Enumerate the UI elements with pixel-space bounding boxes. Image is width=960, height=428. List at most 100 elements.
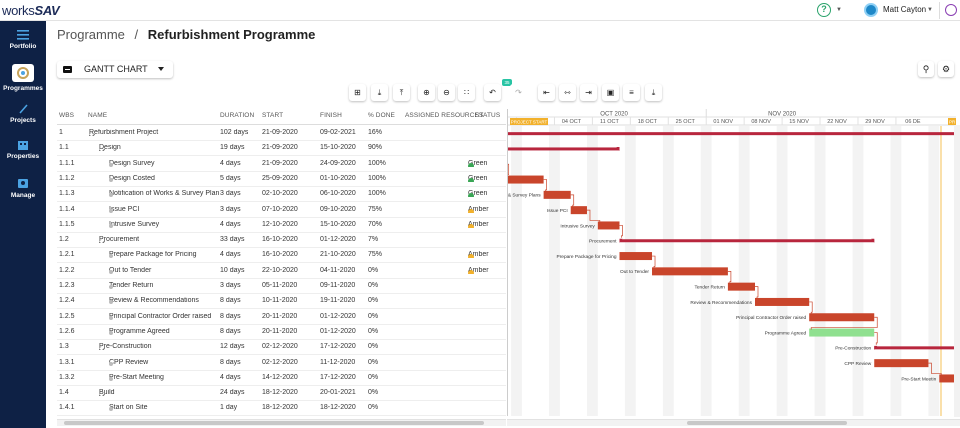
- column-header-finish[interactable]: FINISH: [320, 112, 342, 119]
- name-cell[interactable]: Programme Agreed: [109, 328, 219, 335]
- table-row[interactable]: 1.2.3 Tender Return 3 days 05-11-2020 09-11-…: [57, 279, 506, 294]
- table-row[interactable]: 1.1.1 Design Survey 4 days 21-09-2020 24-09-…: [57, 157, 506, 172]
- name-cell[interactable]: CPP Review: [109, 359, 219, 366]
- arrow-left-icon: ⇤: [543, 88, 550, 97]
- sidebar-item-projects[interactable]: Projects: [0, 104, 46, 124]
- name-cell[interactable]: Review & Recommendations: [109, 297, 219, 305]
- column-header-done[interactable]: % DONE: [368, 112, 395, 119]
- table-row[interactable]: 1.1.2 Design Costed 5 days 25-09-2020 01-10-…: [57, 172, 506, 187]
- column-header-wbs[interactable]: WBS: [59, 112, 74, 119]
- column-header-name[interactable]: NAME: [88, 112, 107, 119]
- avatar[interactable]: [864, 3, 878, 17]
- scrollbar-thumb[interactable]: [64, 421, 484, 425]
- name-cell[interactable]: Out to Tender: [109, 267, 219, 274]
- table-row[interactable]: 1.2.5 Principal Contractor Order raised 8 …: [57, 310, 506, 325]
- table-row[interactable]: 1.2.6 Programme Agreed 8 days 20-11-2020 01-…: [57, 325, 506, 340]
- name-cell[interactable]: Design: [99, 144, 219, 152]
- logout-icon[interactable]: [945, 4, 957, 16]
- add-task-button[interactable]: ⊞: [349, 84, 366, 101]
- sidebar-item-portfolio[interactable]: Portfolio: [0, 30, 46, 50]
- start-cell: 05-11-2020: [262, 282, 298, 289]
- table-row[interactable]: 1.2.2 Out to Tender 10 days 22-10-2020 04-11…: [57, 264, 506, 279]
- scrollbar-thumb[interactable]: [687, 421, 847, 425]
- percent-done-cell: 0%: [368, 373, 379, 381]
- name-cell[interactable]: Procurement: [99, 236, 219, 244]
- app-logo[interactable]: worksSAV: [2, 3, 60, 18]
- name-cell[interactable]: Design Survey: [109, 160, 219, 167]
- name-cell[interactable]: Refurbishment Project: [89, 129, 219, 136]
- previous-timespan-button[interactable]: ⇤: [538, 84, 555, 101]
- name-cell[interactable]: Build: [99, 389, 219, 397]
- name-cell[interactable]: Issue PCI: [109, 206, 219, 213]
- bar-label: Pre-Construction: [835, 346, 871, 352]
- expand-all-button[interactable]: ⤓: [371, 84, 388, 101]
- table-row[interactable]: 1.3.2 Pre-Start Meeting 4 days 14-12-2020 17…: [57, 371, 506, 386]
- zoom-fit-button[interactable]: ∷: [458, 84, 475, 101]
- table-row[interactable]: 1.1.4 Issue PCI 3 days 07-10-2020 09-10-2020…: [57, 203, 506, 218]
- name-cell[interactable]: Design Costed: [109, 175, 219, 182]
- table-row[interactable]: 1.1.3 Notification of Works & Survey Plan…: [57, 187, 506, 203]
- start-cell: 22-10-2020: [262, 266, 298, 274]
- duration-cell: 8 days: [220, 327, 241, 335]
- name-cell[interactable]: Tender Return: [109, 282, 219, 289]
- collapse-all-button[interactable]: ⤒: [393, 84, 410, 101]
- vertical-scrollbar[interactable]: [954, 125, 960, 417]
- sidebar-item-label: Properties: [6, 153, 40, 160]
- name-cell[interactable]: Pre-Construction: [99, 343, 219, 351]
- user-name[interactable]: Matt Cayton: [883, 5, 926, 14]
- column-header-start[interactable]: START: [262, 112, 283, 119]
- zoom-out-button[interactable]: ⊖: [438, 84, 455, 101]
- indent-button[interactable]: ⇿: [559, 84, 576, 101]
- chevron-down-icon[interactable]: ▼: [836, 7, 842, 13]
- sidebar-item-label: Portfolio: [9, 43, 37, 50]
- zoom-in-button[interactable]: ⊕: [418, 84, 435, 101]
- grid-horizontal-scrollbar[interactable]: [57, 419, 506, 426]
- gantt-horizontal-scrollbar[interactable]: [507, 419, 960, 426]
- duration-cell: 1 day: [220, 404, 238, 412]
- finish-cell: 11-12-2020: [320, 358, 356, 366]
- table-row[interactable]: 1.3 Pre-Construction 12 days 02-12-2020 17-1…: [57, 340, 506, 356]
- sidebar-item-programmes[interactable]: Programmes: [0, 64, 46, 92]
- table-row[interactable]: 1 Refurbishment Project 102 days 21-09-2020…: [57, 126, 506, 141]
- help-icon[interactable]: ?: [817, 3, 831, 17]
- name-cell[interactable]: Notification of Works & Survey Plans: [109, 190, 219, 198]
- wbs-cell: 1.2.4: [59, 297, 75, 305]
- table-row[interactable]: 1.1 Design 19 days 21-09-2020 15-10-2020 90%: [57, 141, 506, 157]
- task-bar: [727, 282, 755, 291]
- column-header-resources[interactable]: ASSIGNED RESOURCES: [405, 112, 483, 119]
- menu-button[interactable]: ≡: [623, 84, 640, 101]
- column-header-status[interactable]: STATUS: [475, 112, 500, 119]
- name-cell[interactable]: Intrusive Survey: [109, 221, 219, 228]
- gantt-timeline: OCT 2020NOV 202027 SEP04 OCT11 OCT18 OCT…: [508, 109, 956, 416]
- table-row[interactable]: 1.2.4 Review & Recommendations 8 days 10-11…: [57, 294, 506, 310]
- task-bar: [755, 297, 810, 306]
- calendar-button[interactable]: ▣: [602, 84, 619, 101]
- breadcrumb-parent[interactable]: Programme: [57, 27, 125, 42]
- table-row[interactable]: 1.1.5 Intrusive Survey 4 days 12-10-2020 15-…: [57, 218, 506, 233]
- table-row[interactable]: 1.3.1 CPP Review 8 days 02-12-2020 11-12-202…: [57, 356, 506, 371]
- table-row[interactable]: 1.2.1 Prepare Package for Pricing 4 days 16…: [57, 248, 506, 264]
- search-button[interactable]: ⚲: [918, 61, 934, 77]
- next-timespan-button[interactable]: ⇥: [580, 84, 597, 101]
- name-cell[interactable]: Start on Site: [109, 404, 219, 412]
- view-selector[interactable]: GANTT CHART: [57, 61, 173, 78]
- column-header-duration[interactable]: DURATION: [220, 112, 254, 119]
- redo-button[interactable]: ↷: [510, 84, 527, 101]
- sidebar-item-manage[interactable]: Manage: [0, 179, 46, 199]
- percent-done-cell: 0%: [368, 266, 379, 274]
- table-row[interactable]: 1.4 Build 24 days 18-12-2020 20-01-2021 0%: [57, 386, 506, 402]
- table-row[interactable]: 1.4.1 Start on Site 1 day 18-12-2020 18-12-2…: [57, 401, 506, 417]
- export-button[interactable]: ⤓: [645, 84, 662, 101]
- table-row[interactable]: 1.2 Procurement 33 days 16-10-2020 01-12-202…: [57, 233, 506, 249]
- name-cell[interactable]: Principal Contractor Order raised: [109, 313, 219, 320]
- status-dot: [468, 193, 474, 198]
- name-cell[interactable]: Pre-Start Meeting: [109, 374, 219, 381]
- sidebar-item-properties[interactable]: Properties: [0, 140, 46, 160]
- undo-button[interactable]: ↶: [484, 84, 501, 101]
- bullet-icon: [109, 208, 113, 213]
- finish-cell: 17-12-2020: [320, 373, 356, 381]
- chevron-down-icon[interactable]: ▼: [927, 7, 933, 13]
- settings-button[interactable]: ⚙: [938, 61, 954, 77]
- weekend-shade: [738, 126, 750, 416]
- name-cell[interactable]: Prepare Package for Pricing: [109, 251, 219, 259]
